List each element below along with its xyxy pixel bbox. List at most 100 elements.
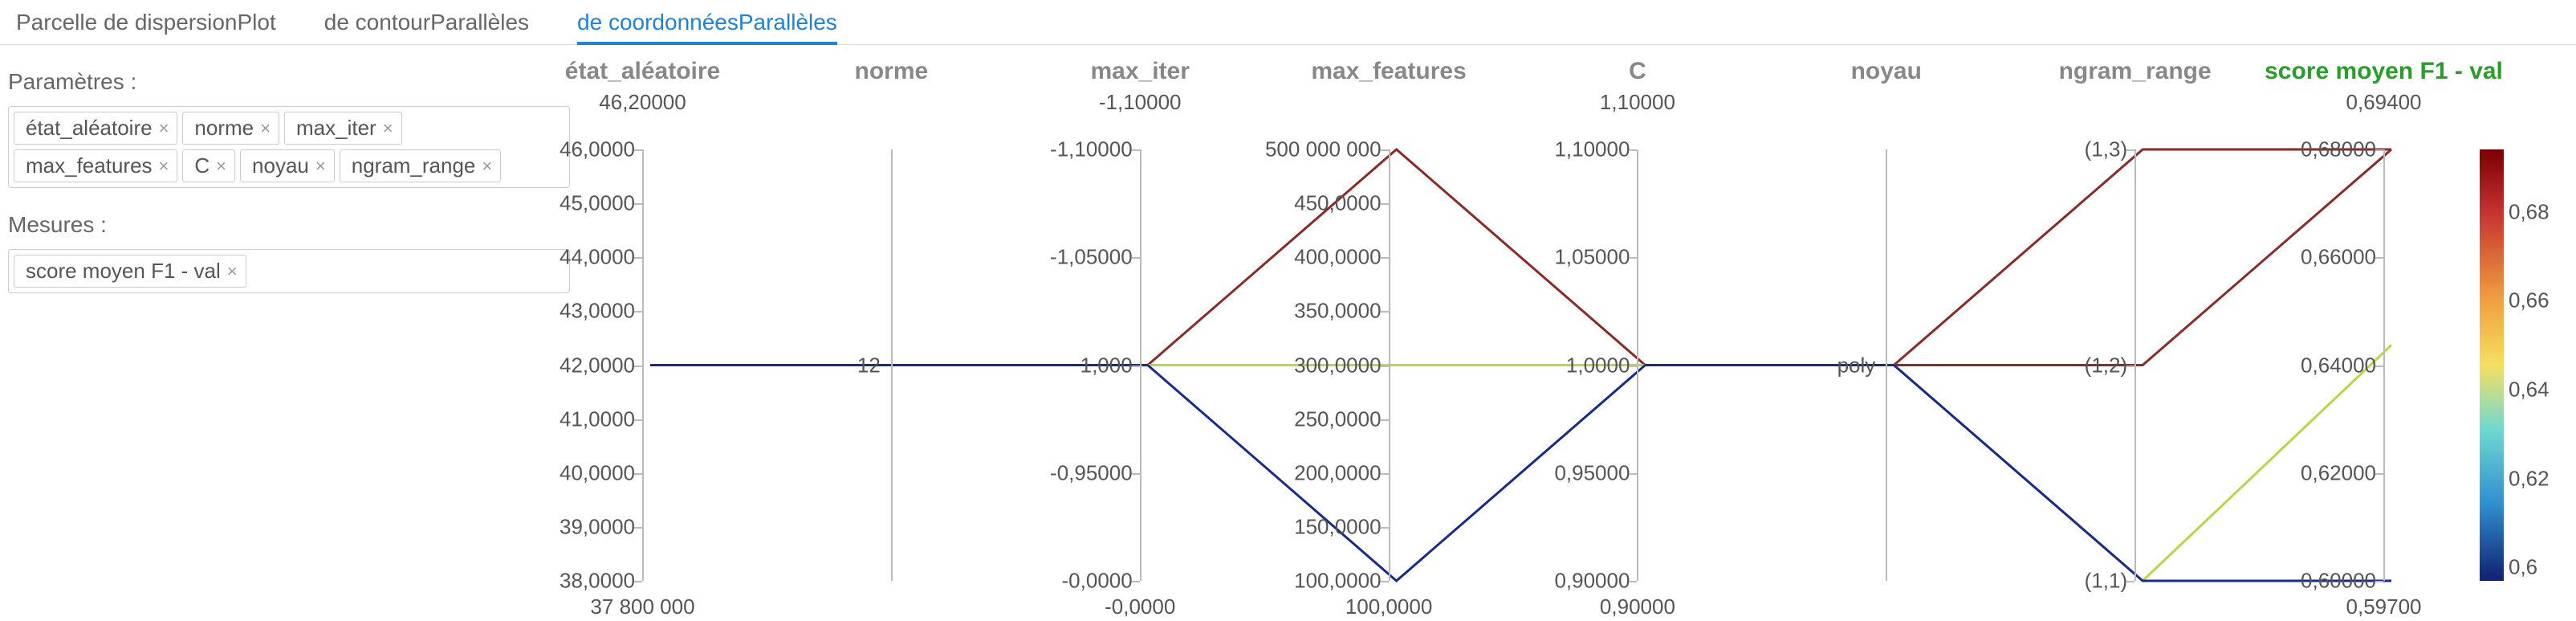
close-icon[interactable]: ×	[216, 156, 226, 177]
axis-tick: 450,0000	[1294, 191, 1381, 216]
axis-max_iter[interactable]: max_iter-1,10000-0,0000-1,10000-1,050001…	[1140, 45, 1141, 621]
axis-line	[1389, 149, 1390, 581]
axis-title: noyau	[1851, 58, 1922, 85]
axis-tick: 150,0000	[1294, 514, 1381, 539]
close-icon[interactable]: ×	[159, 118, 169, 139]
axis-title: score moyen F1 - val	[2265, 58, 2503, 85]
close-icon[interactable]: ×	[315, 156, 326, 177]
axis-tick: -1,05000	[1050, 245, 1133, 270]
chip-label: score moyen F1 - val	[26, 259, 221, 284]
axis-tick: -0,0000	[1062, 569, 1133, 594]
axis-line	[891, 149, 893, 581]
axis-top-label: 0,69400	[2346, 90, 2422, 115]
chip[interactable]: score moyen F1 - val ×	[14, 255, 246, 288]
axis-tick: 39,0000	[560, 514, 635, 539]
axis-tick: 350,0000	[1294, 299, 1381, 324]
axis-score[interactable]: score moyen F1 - val0,694000,597000,6800…	[2383, 45, 2384, 621]
parallel-plot[interactable]: état_aléatoire46,2000037 800 00046,00004…	[578, 45, 2576, 621]
axis-bottom-label: 0,59700	[2346, 594, 2422, 619]
axis-title: C	[1629, 58, 1646, 85]
colorbar-tick: 0,68	[2509, 199, 2550, 224]
close-icon[interactable]: ×	[159, 156, 169, 177]
axis-tick: (1,1)	[2085, 569, 2127, 594]
close-icon[interactable]: ×	[260, 118, 271, 139]
axis-bottom-label: 37 800 000	[590, 594, 694, 619]
axis-top-label: 46,20000	[599, 90, 686, 115]
tab-contour[interactable]: de contourParallèles	[324, 0, 529, 45]
axis-tick: 44,0000	[560, 245, 635, 270]
chip-label: max_features	[26, 153, 153, 178]
axis-tick: 1,10000	[1554, 137, 1630, 162]
axis-tick: 0,95000	[1554, 460, 1630, 485]
axis-line	[642, 149, 644, 581]
chip[interactable]: max_iter ×	[284, 112, 402, 145]
axis-tick: 0,62000	[2301, 460, 2376, 485]
axis-top-label: -1,10000	[1099, 90, 1182, 115]
axis-line	[1140, 149, 1141, 581]
axis-tick: 1,0000	[1566, 353, 1630, 378]
axis-tick: 0,90000	[1554, 569, 1630, 594]
axis-norme[interactable]: norme12	[891, 45, 892, 621]
axis-tick: -1,10000	[1050, 137, 1133, 162]
data-line	[650, 366, 2391, 582]
axis-title: max_iter	[1090, 58, 1189, 85]
params-chipbox[interactable]: état_aléatoire×norme×max_iter×max_featur…	[8, 106, 570, 188]
axis-title: max_features	[1311, 58, 1466, 85]
chip-label: norme	[194, 116, 254, 141]
chip-label: état_aléatoire	[26, 116, 153, 141]
chip[interactable]: ngram_range ×	[340, 149, 502, 182]
colorbar-tick: 0,6	[2509, 555, 2537, 580]
axis-tick: 46,0000	[560, 137, 635, 162]
data-line	[650, 345, 2391, 581]
chip-label: C	[194, 153, 210, 178]
axis-tick: 300,0000	[1294, 353, 1381, 378]
chip[interactable]: C×	[182, 149, 235, 182]
params-label: Paramètres :	[8, 69, 570, 95]
axis-tick: (1,2)	[2085, 353, 2127, 378]
colorbar-gradient	[2480, 149, 2504, 581]
axis-tick: 0,60000	[2301, 569, 2376, 594]
close-icon[interactable]: ×	[482, 156, 492, 177]
axis-top-label: 1,10000	[1600, 90, 1675, 115]
chip[interactable]: norme ×	[182, 112, 279, 145]
chip-label: max_iter	[296, 116, 376, 141]
axis-title: ngram_range	[2059, 58, 2212, 85]
axis-tick: 400,0000	[1294, 245, 1381, 270]
axis-tick: -0,95000	[1050, 460, 1133, 485]
measures-label: Mesures :	[8, 212, 570, 238]
axis-tick: 42,0000	[560, 353, 635, 378]
axis-tick: 200,0000	[1294, 460, 1381, 485]
axis-tick: 250,0000	[1294, 407, 1381, 431]
chip-label: ngram_range	[352, 153, 476, 178]
axis-tick: 43,0000	[560, 299, 635, 324]
chip[interactable]: état_aléatoire ×	[14, 112, 177, 145]
close-icon[interactable]: ×	[383, 118, 393, 139]
tabs-bar: Parcelle de dispersionPlot de contourPar…	[0, 0, 2576, 45]
axis-line	[1886, 149, 1887, 581]
axis-ngram_range[interactable]: ngram_range(1,3)(1,2)(1,1)	[2134, 45, 2135, 621]
axis-C[interactable]: C1,100000,900001,100001,050001,00000,950…	[1637, 45, 1638, 621]
axis-tick: 500 000 000	[1265, 137, 1382, 162]
chip[interactable]: noyau×	[240, 149, 335, 182]
colorbar: 0,680,660,640,620,6	[2480, 149, 2504, 581]
axis-tick: 100,0000	[1294, 569, 1381, 594]
close-icon[interactable]: ×	[227, 261, 238, 282]
data-line	[650, 149, 2391, 366]
axis-tick: 1,000	[1080, 353, 1133, 378]
axis-max_features[interactable]: max_features100,0000500 000 000450,00004…	[1389, 45, 1390, 621]
axis-bottom-label: -0,0000	[1105, 594, 1175, 619]
axis-title: norme	[855, 58, 929, 85]
axis-title: état_aléatoire	[565, 58, 720, 85]
chip[interactable]: max_features ×	[14, 149, 177, 182]
colorbar-tick: 0,62	[2509, 466, 2550, 491]
axis-tick: 12	[857, 353, 881, 378]
tab-parallel[interactable]: de coordonnéesParallèles	[577, 0, 837, 45]
axis-tick: poly	[1837, 353, 1876, 378]
axis-tick: 1,05000	[1554, 245, 1630, 270]
colorbar-tick: 0,66	[2509, 288, 2550, 313]
axis-bottom-label: 100,0000	[1345, 594, 1432, 619]
axis-etat_aleatoire[interactable]: état_aléatoire46,2000037 800 00046,00004…	[642, 45, 643, 621]
colorbar-tick: 0,64	[2509, 377, 2550, 402]
measures-chipbox[interactable]: score moyen F1 - val ×	[8, 249, 570, 293]
tab-scatter[interactable]: Parcelle de dispersionPlot	[16, 0, 276, 45]
